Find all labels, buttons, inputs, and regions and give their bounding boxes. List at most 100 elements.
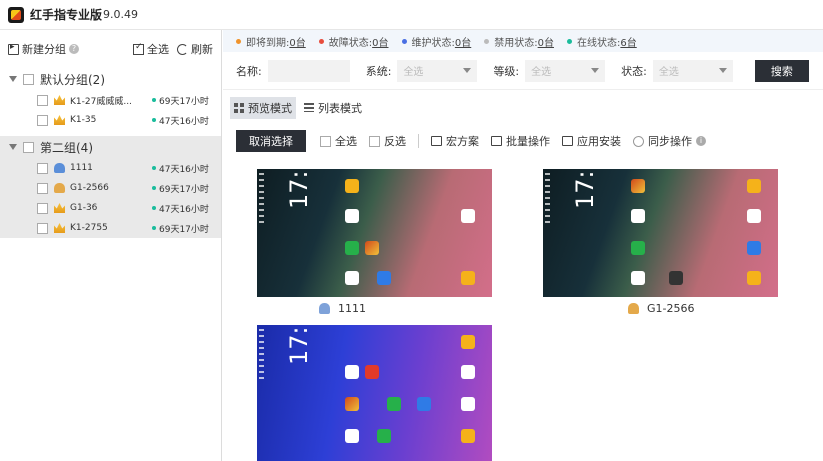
status-expiring[interactable]: 即将到期: 0台 (236, 34, 306, 49)
status-bar-icons (259, 329, 264, 379)
device-checkbox[interactable] (37, 182, 48, 194)
cancel-selection-button[interactable]: 取消选择 (236, 130, 306, 152)
select-all-label: 全选 (335, 135, 357, 148)
chevron-down-icon (718, 68, 727, 73)
status-fault[interactable]: 故障状态: 0台 (318, 34, 389, 49)
device-label: 1111 (319, 302, 366, 315)
files-icon (461, 429, 475, 443)
app-icon (631, 209, 645, 223)
device-name: 1111 (70, 163, 93, 173)
view-mode-bar: 预览模式 列表模式 (223, 89, 823, 125)
status-maintenance[interactable]: 维护状态: 0台 (401, 34, 471, 49)
device-checkbox[interactable] (37, 202, 48, 214)
device-row[interactable]: 1111 47天16小时 (0, 158, 221, 178)
online-dot-icon (152, 118, 156, 122)
group-default[interactable]: 默认分组(2) (0, 68, 221, 90)
device-time: 69天17小时 (159, 184, 209, 195)
android-icon (319, 303, 330, 314)
install-icon (562, 136, 573, 146)
device-name: G1-2566 (70, 183, 109, 193)
select-all-button[interactable]: 全选 (133, 41, 169, 57)
app-icon (345, 365, 359, 379)
device-time: 47天16小时 (159, 204, 209, 215)
preview-mode-tab[interactable]: 预览模式 (230, 96, 296, 119)
app-icon (461, 335, 475, 349)
state-label: 状态: (621, 64, 647, 78)
group-checkbox[interactable] (23, 141, 34, 153)
search-button[interactable]: 搜索 (754, 59, 809, 82)
device-screen-preview[interactable]: 17:51 (543, 169, 778, 297)
status-count[interactable]: 6台 (620, 34, 636, 49)
level-select[interactable]: 全选 (525, 59, 606, 82)
name-input[interactable] (267, 59, 350, 82)
game-icon (365, 241, 379, 255)
status-count[interactable]: 0台 (289, 34, 305, 49)
game-icon (365, 365, 379, 379)
status-online[interactable]: 在线状态: 6台 (567, 34, 637, 49)
device-checkbox[interactable] (37, 222, 48, 234)
radio-icon (633, 135, 644, 147)
action-bar: 取消选择 全选 反选 宏方案 批量操作 应用安装 同步操作 i (223, 125, 823, 157)
device-label-text: 1111 (338, 302, 366, 315)
device-row[interactable]: G1-36 47天16小时 (0, 198, 221, 218)
crown-icon (54, 203, 65, 213)
device-checkbox[interactable] (37, 162, 48, 174)
status-disabled[interactable]: 禁用状态: 0台 (484, 34, 554, 49)
app-icon (747, 241, 761, 255)
app-version: 9.0.49 (103, 8, 139, 21)
sync-operation-toggle[interactable]: 同步操作 i (633, 133, 706, 149)
system-select-value: 全选 (403, 67, 424, 78)
files-icon (461, 271, 475, 285)
device-name: K1-27威威威... (70, 96, 132, 107)
system-select[interactable]: 全选 (397, 59, 478, 82)
new-group-button[interactable]: 新建分组 ? (8, 41, 79, 57)
invert-selection-checkbox[interactable]: 反选 (369, 133, 406, 149)
status-bar: 即将到期: 0台 故障状态: 0台 维护状态: 0台 禁用状态: 0台 在线状态: 6台 (223, 30, 823, 52)
app-install-button[interactable]: 应用安装 (562, 133, 621, 149)
group-second[interactable]: 第二组(4) (0, 136, 221, 158)
status-count[interactable]: 0台 (372, 34, 388, 49)
expand-caret-icon[interactable] (9, 144, 17, 150)
lock-clock: 17:51 (571, 169, 599, 209)
browser-icon (461, 209, 475, 223)
batch-operation-button[interactable]: 批量操作 (491, 133, 550, 149)
group-name: 第二组(4) (40, 140, 93, 155)
device-tree-panel: 新建分组 ? 全选 刷新 默认分组(2) K1-27威威威... 69天17小时… (0, 30, 222, 461)
lock-clock: 17:51 (285, 325, 313, 365)
device-row[interactable]: K1-27威威威... 69天17小时 (0, 90, 221, 110)
device-screen-preview[interactable]: 17:51 (257, 325, 492, 461)
state-select[interactable]: 全选 (652, 59, 733, 82)
status-count[interactable]: 0台 (455, 34, 471, 49)
app-icon (345, 271, 359, 285)
info-icon[interactable]: i (696, 136, 706, 146)
select-all-checkbox[interactable]: 全选 (320, 133, 357, 149)
macro-button[interactable]: 宏方案 (431, 133, 479, 149)
list-mode-tab[interactable]: 列表模式 (300, 97, 366, 119)
refresh-icon (177, 43, 188, 55)
crown-icon (54, 95, 65, 105)
batch-label: 批量操作 (506, 135, 550, 148)
device-label-text: G1-2566 (647, 302, 695, 315)
browser-icon (461, 365, 475, 379)
device-row[interactable]: K1-2755 69天17小时 (0, 218, 221, 238)
device-row[interactable]: G1-2566 69天17小时 (0, 178, 221, 198)
expand-caret-icon[interactable] (9, 76, 17, 82)
device-screen-preview[interactable]: 17:51 (257, 169, 492, 297)
help-icon[interactable]: ? (69, 44, 79, 54)
checkbox-checked-icon (133, 42, 144, 55)
device-row[interactable]: K1-35 47天16小时 (0, 110, 221, 130)
macro-label: 宏方案 (446, 135, 479, 148)
new-group-label: 新建分组 (22, 43, 66, 56)
device-name: K1-35 (70, 115, 97, 125)
lock-clock: 17:51 (285, 169, 313, 209)
divider (418, 134, 419, 148)
status-count[interactable]: 0台 (538, 34, 554, 49)
device-checkbox[interactable] (37, 114, 48, 126)
level-select-value: 全选 (531, 67, 552, 78)
app-icon (631, 271, 645, 285)
device-checkbox[interactable] (37, 94, 48, 106)
app-title: 红手指专业版 (30, 8, 103, 22)
group-checkbox[interactable] (23, 73, 34, 85)
device-time: 69天17小时 (159, 96, 209, 107)
refresh-button[interactable]: 刷新 (177, 41, 213, 57)
